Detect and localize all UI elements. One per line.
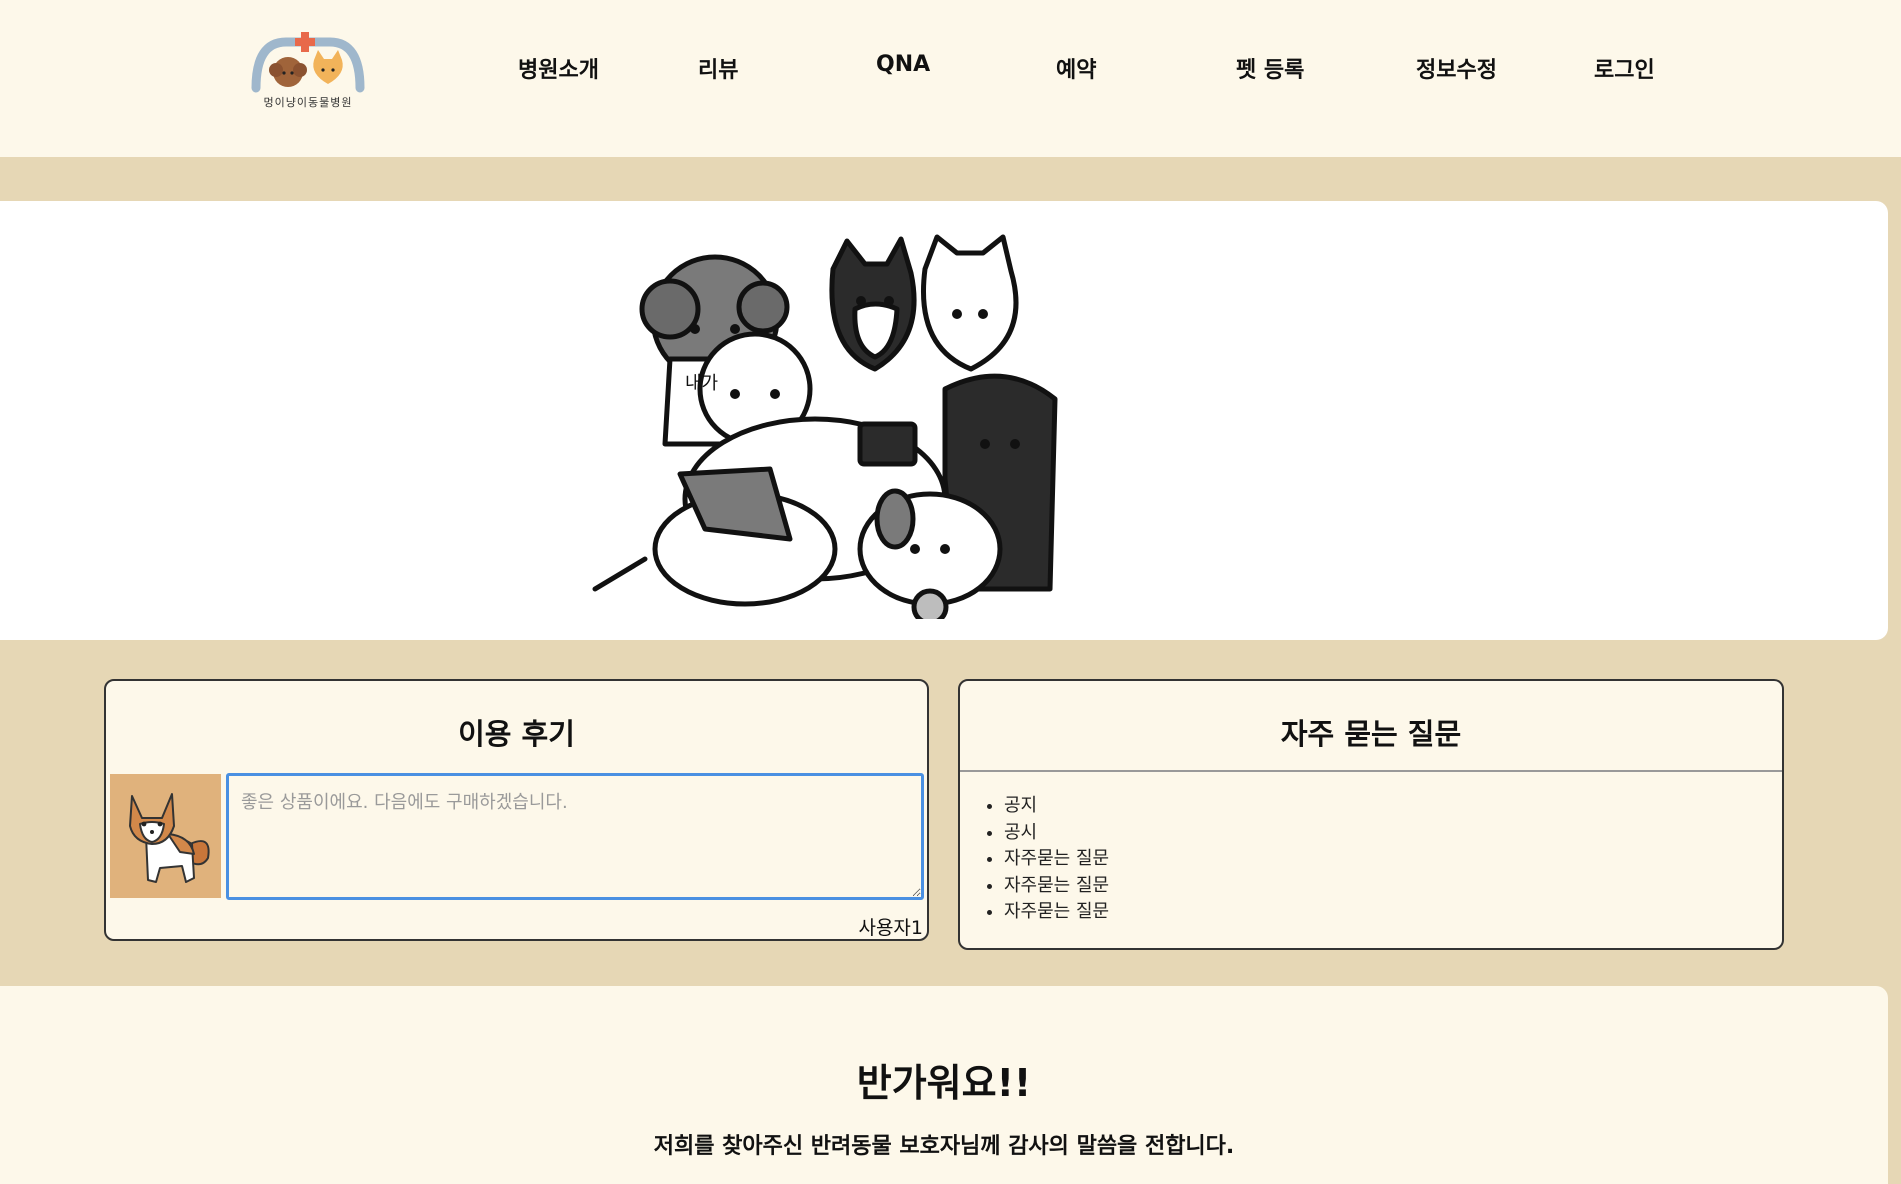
nav-pet-register[interactable]: 펫 등록 bbox=[1236, 52, 1304, 84]
svg-text:내가: 내가 bbox=[685, 373, 718, 394]
welcome-section: 반가워요!! 저희를 찾아주신 반려동물 보호자님께 감사의 말씀을 전합니다. bbox=[0, 986, 1888, 1184]
nav-login[interactable]: 로그인 bbox=[1594, 52, 1655, 84]
review-textarea[interactable] bbox=[226, 773, 924, 900]
hero-banner: 내가 bbox=[0, 201, 1888, 640]
review-title: 이용 후기 bbox=[458, 717, 575, 751]
nav-edit-info[interactable]: 정보수정 bbox=[1416, 52, 1497, 84]
nav-reviews[interactable]: 리뷰 bbox=[698, 52, 738, 84]
nav-reservation[interactable]: 예약 bbox=[1056, 52, 1096, 84]
welcome-subtitle: 저희를 찾아주신 반려동물 보호자님께 감사의 말씀을 전합니다. bbox=[653, 1134, 1235, 1159]
welcome-title: 반가워요!! bbox=[856, 1061, 1032, 1105]
faq-item[interactable]: 자주묻는 질문 bbox=[1004, 873, 1109, 900]
faq-divider bbox=[960, 770, 1782, 772]
review-card: 이용 후기 사용자1 bbox=[104, 679, 929, 941]
logo-icon bbox=[251, 32, 365, 93]
faq-title: 자주 묻는 질문 bbox=[1280, 717, 1462, 751]
nav-qna[interactable]: QNA bbox=[876, 52, 930, 77]
dog-group-illustration-icon: 내가 bbox=[592, 234, 1058, 619]
faq-item[interactable]: 자주묻는 질문 bbox=[1004, 846, 1109, 873]
site-header: 멍이냥이동물병원 병원소개 리뷰 QNA 예약 펫 등록 정보수정 로그인 bbox=[0, 0, 1901, 157]
hospital-logo[interactable]: 멍이냥이동물병원 bbox=[248, 30, 368, 116]
faq-item[interactable]: 공시 bbox=[1004, 820, 1109, 847]
faq-card: 자주 묻는 질문 공지 공시 자주묻는 질문 자주묻는 질문 자주묻는 질문 bbox=[958, 679, 1784, 950]
review-username: 사용자1 bbox=[858, 917, 923, 939]
corgi-icon bbox=[129, 793, 210, 883]
faq-list: 공지 공시 자주묻는 질문 자주묻는 질문 자주묻는 질문 bbox=[984, 793, 1109, 926]
nav-hospital-intro[interactable]: 병원소개 bbox=[518, 52, 599, 84]
logo-text: 멍이냥이동물병원 bbox=[263, 96, 353, 109]
corgi-avatar bbox=[110, 774, 221, 898]
faq-item[interactable]: 자주묻는 질문 bbox=[1004, 899, 1109, 926]
faq-item[interactable]: 공지 bbox=[1004, 793, 1109, 820]
